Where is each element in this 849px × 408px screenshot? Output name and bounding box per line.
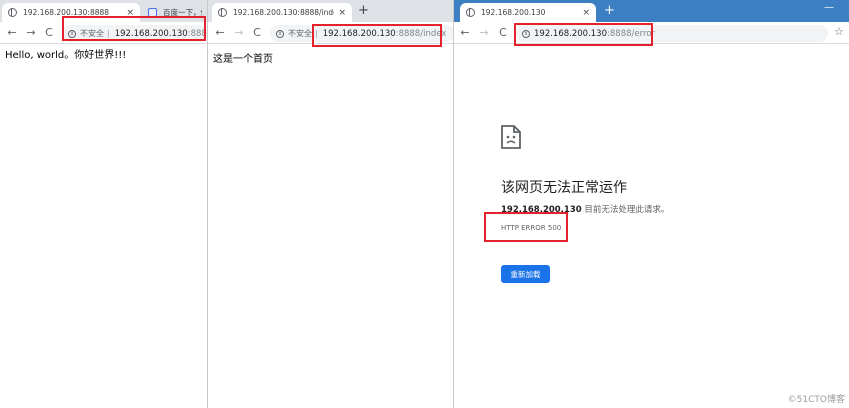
browser-window-2: 192.168.200.130:8888/index × + ← → C i 不…	[208, 0, 454, 408]
highlight-box	[62, 16, 206, 41]
tab-active[interactable]: 192.168.200.130:8888/index ×	[212, 3, 352, 22]
new-tab-button[interactable]: +	[358, 3, 369, 18]
new-tab-button[interactable]: +	[604, 3, 615, 18]
reload-button[interactable]: C	[250, 25, 264, 41]
tab-strip: 192.168.200.130 × + —	[454, 0, 849, 22]
highlight-box	[514, 23, 653, 46]
error-message: 目前无法处理此请求。	[581, 205, 670, 215]
close-icon[interactable]: ×	[338, 8, 346, 18]
page-content: Hello, world。你好世界!!!	[0, 45, 207, 408]
star-icon[interactable]: ☆	[834, 25, 844, 38]
reload-button[interactable]: C	[496, 25, 510, 41]
forward-button[interactable]: →	[232, 25, 246, 41]
tab-active[interactable]: 192.168.200.130 ×	[460, 3, 596, 22]
back-button[interactable]: ←	[458, 25, 472, 41]
browser-window-1: 192.168.200.130:8888 × 百度一下，你 ← → C i 不安…	[0, 0, 208, 408]
forward-button[interactable]: →	[477, 25, 491, 41]
globe-icon	[218, 8, 227, 17]
watermark: ©51CTO博客	[787, 395, 845, 405]
close-icon[interactable]: ×	[582, 8, 590, 18]
highlight-box	[484, 212, 568, 242]
tab-title: 192.168.200.130	[481, 8, 546, 17]
globe-icon	[8, 8, 17, 17]
back-button[interactable]: ←	[213, 25, 227, 41]
tab-strip: 192.168.200.130:8888/index × +	[208, 0, 453, 22]
info-icon[interactable]: i	[276, 29, 284, 38]
sad-page-icon	[501, 125, 521, 149]
forward-button[interactable]: →	[24, 25, 38, 41]
tab-title: 192.168.200.130:8888/index	[233, 8, 335, 17]
browser-window-3: 192.168.200.130 × + — ← → C i 192.168.20…	[454, 0, 849, 408]
error-title: 该网页无法正常运作	[501, 180, 627, 196]
back-button[interactable]: ←	[5, 25, 19, 41]
page-text: 这是一个首页	[213, 54, 273, 65]
minimize-button[interactable]: —	[824, 2, 834, 13]
globe-icon	[466, 8, 475, 17]
page-text: Hello, world。你好世界!!!	[5, 50, 127, 61]
highlight-box	[312, 24, 442, 47]
reload-button[interactable]: C	[42, 25, 56, 41]
reload-page-button[interactable]: 重新加载	[501, 265, 550, 283]
security-label: 不安全	[288, 29, 312, 38]
page-content: 这是一个首页	[208, 45, 453, 408]
